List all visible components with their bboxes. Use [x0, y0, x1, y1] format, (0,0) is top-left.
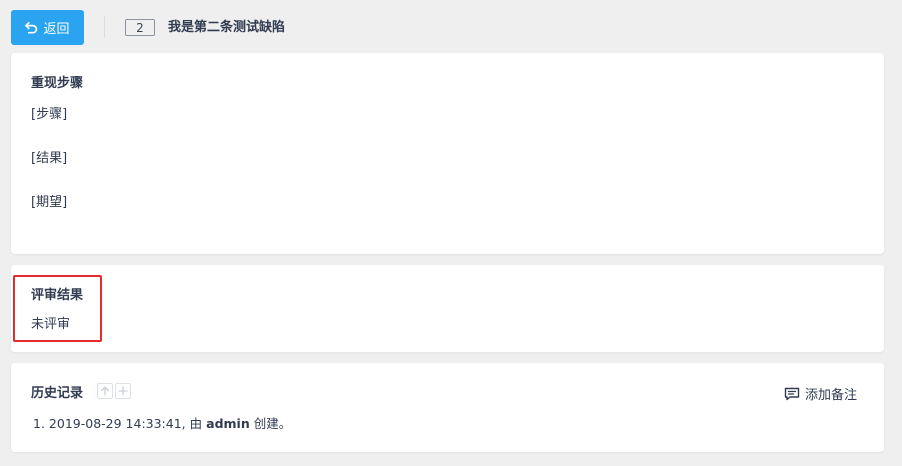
header-divider: [104, 16, 105, 38]
steps-line-expect: [期望]: [31, 195, 68, 210]
history-reverse-button[interactable]: [97, 383, 113, 399]
back-button[interactable]: 返回: [11, 10, 84, 45]
history-toggle-group: [97, 383, 131, 399]
comment-icon: [784, 387, 800, 400]
history-title: 历史记录: [31, 386, 84, 401]
bug-id-badge: 2: [125, 19, 155, 36]
plus-icon: [118, 386, 128, 396]
steps-line-result: [结果]: [31, 151, 68, 166]
history-entry-timestamp: 2019-08-29 14:33:41,: [48, 416, 186, 431]
bug-title: 我是第二条测试缺陷: [168, 20, 286, 35]
review-panel: 评审结果 未评审: [11, 265, 884, 352]
steps-panel: 重现步骤 [步骤] [结果] [期望]: [11, 53, 884, 254]
back-button-label: 返回: [43, 21, 70, 36]
review-highlight-box: [13, 275, 102, 342]
history-entry: 1. 2019-08-29 14:33:41, 由 admin 创建。: [33, 415, 291, 433]
add-note-label: 添加备注: [804, 388, 857, 403]
history-entry-index: 1.: [33, 416, 45, 431]
history-panel: 历史记录 添加备注 1. 2019-08-29 14:33:41, 由 admi…: [11, 363, 884, 452]
add-note-button[interactable]: 添加备注: [784, 384, 857, 403]
page-header: 返回 2 我是第二条测试缺陷: [0, 0, 902, 52]
steps-line-step: [步骤]: [31, 107, 68, 122]
undo-arrow-icon: [25, 22, 38, 34]
history-entry-action: 创建。: [253, 416, 292, 431]
steps-title: 重现步骤: [31, 76, 84, 91]
history-entry-user: admin: [206, 416, 250, 431]
history-expand-button[interactable]: [115, 383, 131, 399]
arrow-up-icon: [101, 386, 109, 396]
history-entry-by: 由: [189, 416, 203, 431]
